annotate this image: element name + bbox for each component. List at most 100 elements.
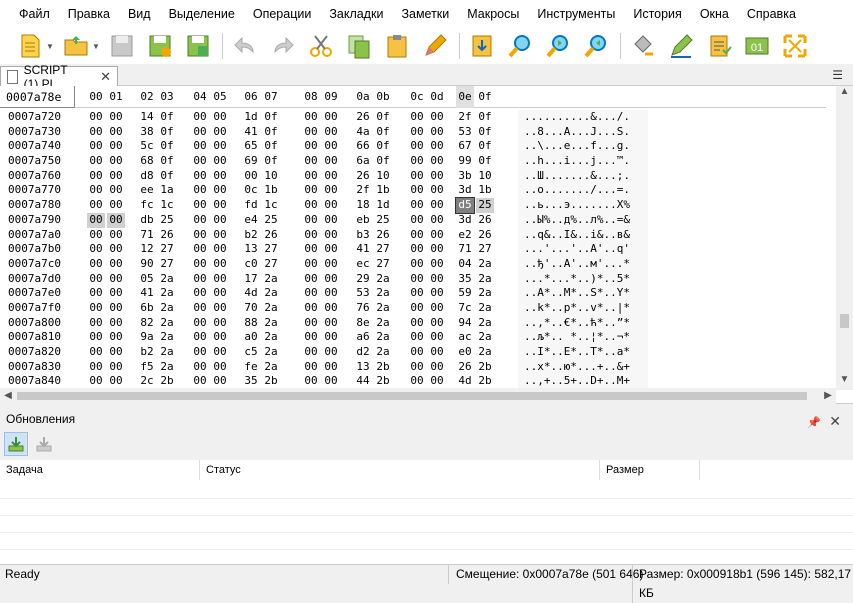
hex-editor[interactable]: 0007a78e 00 01 02 03 04 05 06 07 08 09 0a 0b 0c 0d 0e 0…	[0, 86, 853, 404]
hex-byte[interactable]: 00	[107, 154, 125, 169]
hex-byte[interactable]: 0f	[374, 110, 392, 125]
hex-row[interactable]: 0007a800 00 00 82 2a 00 00 88 2a 00 00 8e 2a 00 00 94 2a…	[0, 316, 826, 331]
hex-byte[interactable]: 76	[354, 301, 372, 316]
hex-byte[interactable]: 2a	[262, 286, 280, 301]
binary-icon[interactable]: 01	[741, 31, 773, 61]
hex-byte[interactable]: 00	[408, 257, 426, 272]
hex-byte[interactable]: 00	[87, 198, 105, 213]
hex-byte[interactable]: 2b	[374, 374, 392, 389]
ascii-text[interactable]: ...*...*..)*..5*	[524, 272, 648, 287]
hex-byte[interactable]: b2	[242, 228, 260, 243]
hex-byte[interactable]: 0f	[158, 110, 176, 125]
hex-byte[interactable]: a6	[354, 330, 372, 345]
hex-byte[interactable]: 00	[87, 228, 105, 243]
hex-byte[interactable]: 0f	[476, 110, 494, 125]
hex-byte[interactable]: 00	[107, 272, 125, 287]
hex-row[interactable]: 0007a820 00 00 b2 2a 00 00 c5 2a 00 00 d2 2a 00 00 e0 2a…	[0, 345, 826, 360]
hex-byte[interactable]: 00	[322, 169, 340, 184]
hex-row[interactable]: 0007a780 00 00 fc 1c 00 00 fd 1c 00 00 18 1d 00 00 d5 25…	[0, 197, 826, 214]
hex-byte[interactable]: 00	[302, 198, 320, 213]
hex-byte[interactable]: 44	[354, 374, 372, 389]
cut-icon[interactable]	[305, 31, 337, 61]
hex-byte[interactable]: 0f	[158, 154, 176, 169]
hex-byte[interactable]: 00	[428, 169, 446, 184]
hex-byte[interactable]: 00	[428, 374, 446, 389]
hex-byte[interactable]: 00	[302, 213, 320, 228]
hex-row[interactable]: 0007a7c0 00 00 90 27 00 00 c0 27 00 00 ec 27 00 00 04 2a…	[0, 257, 826, 272]
hex-byte[interactable]: 65	[242, 139, 260, 154]
hex-byte[interactable]: 27	[262, 242, 280, 257]
hex-byte[interactable]: 00	[302, 301, 320, 316]
hex-byte[interactable]: 00	[191, 345, 209, 360]
hex-byte[interactable]: 00	[428, 198, 446, 213]
hex-byte[interactable]: 2b	[374, 360, 392, 375]
hex-byte[interactable]: 00	[107, 301, 125, 316]
hex-byte[interactable]: 00	[302, 183, 320, 198]
hex-byte[interactable]: 00	[408, 272, 426, 287]
hex-row[interactable]: 0007a7f0 00 00 6b 2a 00 00 70 2a 00 00 76 2a 00 00 7c 2a…	[0, 301, 826, 316]
hex-byte[interactable]: 00	[87, 183, 105, 198]
chevron-down-icon[interactable]: ▼	[92, 42, 100, 51]
hex-byte[interactable]: e0	[456, 345, 474, 360]
hex-byte[interactable]: 00	[191, 228, 209, 243]
hex-byte[interactable]: 25	[158, 213, 176, 228]
hex-byte[interactable]: 00	[428, 242, 446, 257]
hex-byte[interactable]: 00	[107, 139, 125, 154]
scroll-thumb[interactable]	[840, 314, 849, 328]
horizontal-scrollbar[interactable]: ◀ ▶	[0, 388, 836, 404]
hex-byte[interactable]: 00	[107, 374, 125, 389]
hex-byte[interactable]: 26	[354, 110, 372, 125]
hex-byte[interactable]: a0	[242, 330, 260, 345]
hex-byte[interactable]: 00	[428, 286, 446, 301]
ascii-text[interactable]: ..,+..5+..D+..M+	[524, 374, 648, 389]
hex-byte[interactable]: 00	[302, 330, 320, 345]
hex-byte[interactable]: 25	[374, 213, 392, 228]
hex-byte[interactable]: 94	[456, 316, 474, 331]
hex-byte[interactable]: 00	[322, 316, 340, 331]
hex-byte[interactable]: 00	[87, 242, 105, 257]
scroll-down-icon[interactable]: ▼	[836, 374, 853, 390]
hex-byte[interactable]: 00	[302, 169, 320, 184]
hex-byte[interactable]: 00	[87, 345, 105, 360]
hex-byte[interactable]: 00	[87, 169, 105, 184]
hex-byte[interactable]: 00	[408, 110, 426, 125]
hex-byte[interactable]: 00	[408, 213, 426, 228]
tab-menu-icon[interactable]: ☰	[832, 68, 843, 82]
copy-icon[interactable]	[343, 31, 375, 61]
hex-byte[interactable]: d5	[455, 197, 475, 214]
hex-byte[interactable]: 00	[302, 139, 320, 154]
hex-byte[interactable]: 00	[408, 374, 426, 389]
hex-byte[interactable]: 00	[302, 125, 320, 140]
hex-byte[interactable]: 00	[107, 228, 125, 243]
hex-byte[interactable]: 00	[322, 198, 340, 213]
undo-icon[interactable]	[229, 31, 261, 61]
ascii-text[interactable]: ..љ*.. *..¦*..¬*	[524, 330, 648, 345]
hex-byte[interactable]: 00	[302, 286, 320, 301]
hex-byte[interactable]: 27	[262, 257, 280, 272]
ascii-text[interactable]: ..Ы%..д%..л%..=&	[524, 213, 648, 228]
hex-byte[interactable]: 25	[476, 198, 494, 213]
hex-byte[interactable]: 2a	[262, 360, 280, 375]
hex-byte[interactable]: 00	[408, 154, 426, 169]
hex-byte[interactable]: 00	[107, 345, 125, 360]
hex-byte[interactable]: 0f	[374, 125, 392, 140]
hex-byte[interactable]: 1a	[158, 183, 176, 198]
menu-item[interactable]: Закладки	[320, 0, 392, 28]
hex-byte[interactable]: 00	[191, 330, 209, 345]
hex-byte[interactable]: 0f	[262, 110, 280, 125]
hex-byte[interactable]: 00	[191, 286, 209, 301]
hex-byte[interactable]: 53	[354, 286, 372, 301]
hex-byte[interactable]: 10	[476, 169, 494, 184]
ascii-text[interactable]: ..ђ'..А'..м'...*	[524, 257, 648, 272]
hex-byte[interactable]: 26	[262, 228, 280, 243]
hex-byte[interactable]: 00	[107, 183, 125, 198]
save-all-icon[interactable]	[182, 31, 214, 61]
hex-byte[interactable]: 2a	[262, 316, 280, 331]
hex-byte[interactable]: 6a	[354, 154, 372, 169]
hex-byte[interactable]: 2c	[138, 374, 156, 389]
hex-byte[interactable]: 00	[87, 139, 105, 154]
hex-byte[interactable]: 6b	[138, 301, 156, 316]
hex-byte[interactable]: 10	[262, 169, 280, 184]
hex-byte[interactable]: 00	[408, 169, 426, 184]
hex-byte[interactable]: 0f	[476, 154, 494, 169]
